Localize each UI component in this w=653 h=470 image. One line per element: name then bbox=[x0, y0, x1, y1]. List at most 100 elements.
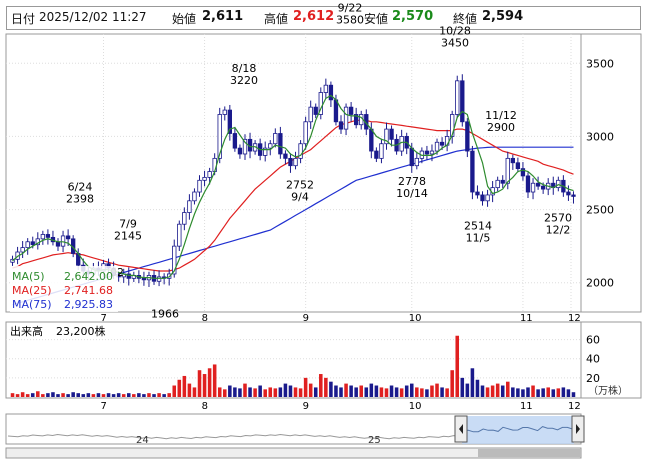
candle bbox=[505, 157, 510, 184]
y-tick-label: 2000 bbox=[586, 277, 614, 290]
annotation-label: 2145 bbox=[114, 230, 142, 243]
volume-x-tick-label: 7 bbox=[100, 401, 106, 412]
volume-bar bbox=[71, 392, 75, 397]
volume-bar bbox=[248, 387, 252, 397]
volume-bar bbox=[339, 387, 343, 397]
candle bbox=[389, 128, 394, 140]
annotation-label: 3450 bbox=[441, 37, 469, 50]
navigator-label-24: 24 bbox=[136, 435, 149, 446]
volume-bar bbox=[101, 394, 106, 397]
volume-bar bbox=[374, 385, 379, 397]
candle bbox=[535, 182, 541, 187]
volume-y-tick-label: 60 bbox=[586, 334, 600, 347]
candle bbox=[571, 194, 576, 197]
candle bbox=[424, 150, 430, 155]
volume-bar bbox=[157, 393, 161, 397]
candle bbox=[177, 223, 182, 247]
candle bbox=[333, 99, 339, 123]
candle bbox=[197, 179, 202, 193]
candle bbox=[65, 235, 71, 240]
volume-bar bbox=[137, 393, 141, 397]
volume-bar bbox=[536, 389, 540, 397]
y-tick-label: 2500 bbox=[586, 204, 614, 217]
candle bbox=[268, 143, 273, 149]
candle bbox=[343, 106, 349, 130]
volume-bar bbox=[404, 385, 409, 397]
scrollbar-thumb[interactable] bbox=[478, 449, 581, 457]
volume-bar bbox=[263, 389, 267, 397]
volume-bar bbox=[551, 389, 556, 397]
candle bbox=[323, 84, 329, 93]
volume-bar bbox=[162, 394, 166, 397]
volume-bar bbox=[415, 387, 419, 397]
candle bbox=[530, 182, 536, 193]
volume-bar bbox=[526, 387, 530, 397]
annotation-label: 12/2 bbox=[546, 223, 571, 236]
volume-bar bbox=[243, 383, 247, 397]
ma5-label: MA(5) bbox=[12, 270, 45, 283]
ma75-label: MA(75) bbox=[12, 298, 52, 311]
volume-bar bbox=[76, 393, 80, 397]
volume-bar bbox=[66, 394, 70, 397]
volume-bar bbox=[126, 393, 131, 397]
price-chart: 2000250030003500 6/2423987/9214519667/22… bbox=[5, 2, 642, 459]
navigator-right-handle[interactable] bbox=[571, 415, 585, 443]
volume-bar bbox=[258, 385, 262, 397]
volume-bar bbox=[238, 388, 242, 397]
volume-bar bbox=[571, 392, 576, 397]
candle bbox=[460, 80, 465, 123]
candle bbox=[308, 106, 313, 123]
candle bbox=[328, 84, 334, 101]
ma5-value: 2,642.00 bbox=[64, 270, 113, 283]
volume-bar bbox=[253, 388, 257, 397]
volume-bar bbox=[273, 388, 278, 397]
volume-bar bbox=[197, 370, 202, 397]
navigator-left-handle[interactable] bbox=[454, 415, 468, 443]
volume-bar bbox=[212, 364, 217, 397]
annotation-label: 2398 bbox=[66, 193, 94, 206]
volume-bar bbox=[147, 393, 151, 397]
volume-bar bbox=[531, 385, 535, 397]
candle bbox=[455, 80, 460, 115]
volume-bar bbox=[394, 387, 399, 397]
volume-bar bbox=[81, 394, 86, 397]
volume-bar bbox=[217, 387, 222, 397]
y-tick-label: 3500 bbox=[586, 57, 614, 70]
volume-bar bbox=[132, 394, 136, 397]
candle bbox=[500, 179, 505, 184]
volume-bar bbox=[15, 394, 20, 397]
volume-bar bbox=[228, 385, 232, 397]
volume-bar bbox=[470, 368, 475, 397]
volume-x-tick-label: 8 bbox=[202, 401, 208, 412]
candle bbox=[465, 121, 470, 152]
volume-bar bbox=[106, 393, 111, 397]
volume-bar bbox=[379, 387, 384, 397]
candle bbox=[480, 194, 485, 202]
volume-bar bbox=[223, 389, 227, 397]
price-axis-panel bbox=[580, 33, 642, 313]
volume-bar bbox=[329, 381, 333, 397]
volume-bar bbox=[455, 335, 460, 397]
volume-bar bbox=[293, 387, 298, 397]
candle bbox=[237, 147, 243, 155]
chart-window: 日付 2025/12/02 11:27 始値 2,611 高値 2,612 安値… bbox=[0, 0, 653, 470]
volume-bar bbox=[369, 383, 374, 397]
volume-bar bbox=[142, 394, 146, 397]
volume-y-tick-label: 40 bbox=[586, 353, 600, 366]
volume-bar bbox=[516, 388, 520, 397]
ma25-label: MA(25) bbox=[12, 284, 52, 297]
candle bbox=[273, 133, 278, 145]
volume-bar bbox=[96, 393, 101, 397]
candle bbox=[485, 194, 490, 202]
annotation-label: 3220 bbox=[230, 74, 258, 87]
volume-bar bbox=[556, 388, 561, 397]
candle bbox=[429, 150, 435, 155]
annotation-label: 3580 bbox=[336, 14, 364, 27]
candle bbox=[45, 234, 51, 238]
volume-bar bbox=[25, 394, 30, 397]
volume-bar bbox=[420, 388, 424, 397]
volume-bar bbox=[364, 387, 369, 397]
volume-bar bbox=[465, 383, 470, 397]
volume-bar bbox=[384, 388, 389, 397]
volume-bar bbox=[521, 389, 525, 397]
